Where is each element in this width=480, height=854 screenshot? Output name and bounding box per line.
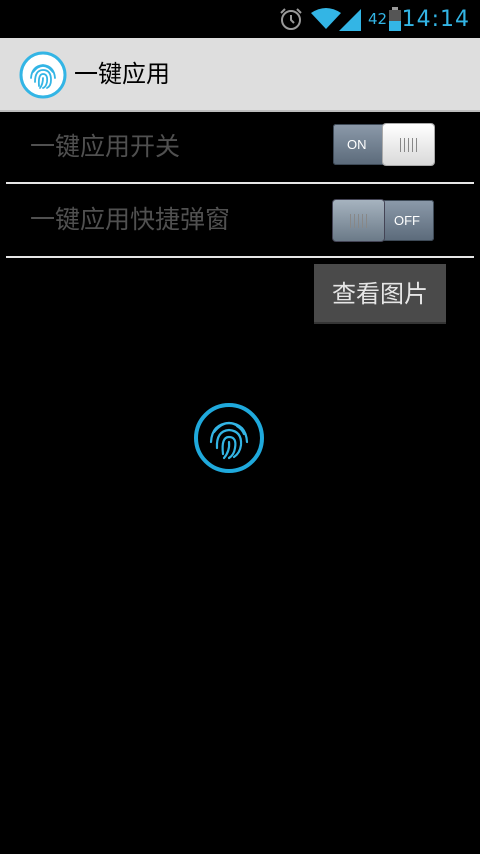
setting-label-popup: 一键应用快捷弹窗 bbox=[30, 205, 231, 234]
toggle-thumb[interactable] bbox=[383, 124, 434, 165]
action-bar: 一键应用 bbox=[0, 38, 480, 110]
grip-icon bbox=[400, 138, 417, 152]
clock: 14:14 bbox=[401, 6, 470, 32]
signal-icon bbox=[339, 0, 363, 38]
setting-row-popup[interactable]: 一键应用快捷弹窗 OFF bbox=[0, 184, 480, 256]
view-pictures-button[interactable]: 查看图片 bbox=[314, 264, 446, 324]
toggle-state-text: OFF bbox=[394, 213, 420, 228]
battery-icon bbox=[389, 0, 401, 38]
battery-percent: 42 bbox=[368, 10, 388, 28]
popup-toggle[interactable]: OFF bbox=[333, 200, 434, 241]
status-bar: 42 14:14 bbox=[0, 0, 480, 38]
toggle-thumb[interactable] bbox=[333, 200, 384, 241]
alarm-icon bbox=[278, 0, 304, 38]
grip-icon bbox=[350, 214, 367, 228]
setting-label-enable: 一键应用开关 bbox=[30, 132, 181, 161]
toggle-state-text: ON bbox=[347, 137, 367, 152]
page-title: 一键应用 bbox=[74, 60, 170, 88]
fingerprint-icon[interactable] bbox=[18, 50, 68, 100]
setting-row-enable[interactable]: 一键应用开关 ON bbox=[0, 111, 480, 183]
enable-toggle[interactable]: ON bbox=[333, 124, 434, 165]
wifi-icon bbox=[311, 0, 341, 38]
fingerprint-icon bbox=[193, 402, 265, 474]
divider bbox=[6, 256, 474, 258]
